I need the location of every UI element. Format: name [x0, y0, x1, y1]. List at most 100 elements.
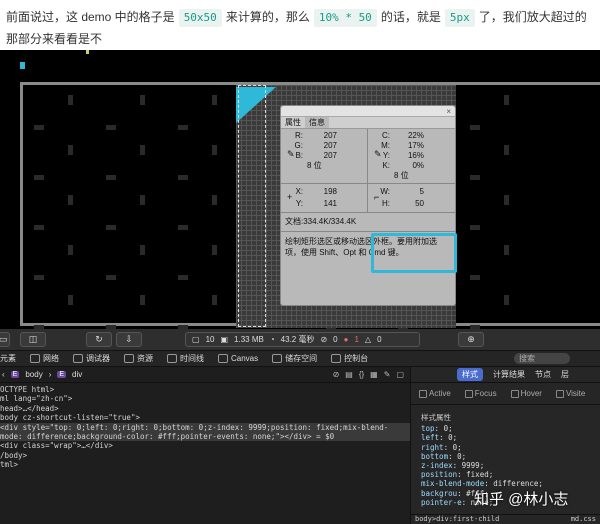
tab-canvas[interactable]: Canvas — [218, 354, 258, 363]
grid-dash — [68, 245, 73, 255]
element-icon: E — [10, 371, 20, 378]
cmyk-block: ✎ C: 22% M: 17% Y: 16% K: 0% 8 位 — [368, 129, 455, 183]
grid-dash — [178, 275, 188, 280]
code-line[interactable]: /body> — [0, 451, 410, 460]
eyedropper-icon: ✎ — [287, 149, 295, 159]
code-line-selected[interactable]: mode: difference;background-color: #fff;… — [0, 432, 410, 442]
article-text: 前面说过，这 demo 中的格子是 — [6, 10, 175, 24]
tab-timeline[interactable]: 时间线 — [167, 353, 204, 364]
code-line[interactable]: head>…</head> — [0, 404, 410, 413]
style-property[interactable]: z-index: 9999; — [421, 461, 594, 470]
style-property[interactable]: position: fixed; — [421, 470, 594, 479]
code-line[interactable]: <div class="wrap">…</div> — [0, 441, 410, 450]
code-line-selected[interactable]: <div style="top: 0;left: 0;right: 0;bott… — [0, 422, 410, 433]
inspector-tabs: 元素 网络 调试器 资源 时间线 Canvas 储存空间 控制台 搜索 — [0, 351, 600, 367]
reload-icon[interactable]: ↻ — [86, 332, 112, 347]
tab-console[interactable]: 控制台 — [331, 353, 368, 364]
style-property[interactable]: bottom: 0; — [421, 452, 594, 461]
tab-layers[interactable]: 层 — [561, 369, 569, 380]
layout-icon[interactable]: ▢ — [396, 370, 404, 379]
tab-computed[interactable]: 计算结果 — [493, 369, 525, 380]
tab-network[interactable]: 网络 — [30, 353, 59, 364]
code-line[interactable]: ml lang="zh-cn"> — [0, 394, 410, 403]
toggle-label: Focus — [474, 389, 497, 398]
properties-title: 样式属性 — [421, 413, 451, 422]
value-y-pos: 141 — [323, 199, 337, 208]
tab-label: Canvas — [231, 354, 259, 363]
document-size: 文档:334.4K/334.4K — [281, 213, 455, 232]
tab-storage[interactable]: 储存空间 — [272, 353, 317, 364]
print-icon[interactable]: ▤ — [345, 370, 353, 379]
sidebar-tabs: 样式 计算结果 节点 层 — [411, 367, 600, 383]
grid-dash — [68, 295, 73, 305]
resource-icon: ▢ — [192, 335, 200, 344]
rgb-block: ✎ R: 207 G: 207 B: 207 8 位 — [281, 129, 368, 183]
stylesheet-name: md.css — [570, 515, 596, 523]
dock-icon[interactable]: ▭ — [0, 332, 10, 347]
article-paragraph: 前面说过，这 demo 中的格子是 50x50 来计算的，那么 10% * 50 的话，… — [0, 0, 600, 71]
target-icon[interactable]: ⊕ — [458, 332, 484, 347]
bit-depth: 8 位 — [394, 171, 409, 180]
checkbox[interactable] — [419, 389, 427, 398]
code-line[interactable]: OCTYPE html> — [0, 385, 410, 394]
timeline-icon — [167, 354, 177, 363]
braces-icon[interactable]: {} — [359, 370, 364, 379]
inline-code: 50x50 — [178, 9, 222, 27]
chevron-left-icon[interactable]: ‹ — [2, 370, 5, 379]
tab-styles[interactable]: 样式 — [457, 368, 483, 381]
crosshair-icon: + — [287, 192, 293, 202]
property-name: backgrou — [421, 488, 458, 498]
tab-info[interactable]: 信息 — [305, 117, 329, 128]
pane-tools: ⊘ ▤ {} ▦ ✎ ▢ — [333, 370, 410, 379]
grid-dash — [504, 195, 509, 205]
tab-resources[interactable]: 资源 — [124, 353, 153, 364]
size-icon: ▣ — [220, 335, 229, 344]
property-name: z-index — [421, 461, 453, 471]
grid-dash — [106, 125, 116, 130]
tab-label: 储存空间 — [285, 354, 318, 363]
tab-properties[interactable]: 属性 — [281, 117, 305, 128]
grid-dash — [212, 295, 217, 305]
grid-dash — [34, 225, 44, 230]
grid-icon[interactable]: ▦ — [370, 370, 378, 379]
checkbox[interactable] — [464, 389, 473, 398]
code-line[interactable]: tml> — [0, 460, 410, 469]
code-line[interactable]: body cz-shortcut-listen="true"> — [0, 413, 410, 422]
value-b: 207 — [323, 151, 337, 160]
download-icon[interactable]: ⇩ — [116, 332, 142, 347]
wh-highlight-box — [371, 233, 457, 273]
focus-toggle[interactable]: Focus — [464, 389, 497, 398]
toggle-label: Visite — [565, 389, 586, 398]
hover-toggle[interactable]: Hover — [510, 389, 542, 398]
visited-toggle[interactable]: Visite — [555, 389, 586, 398]
filter-icon[interactable]: ⊘ — [333, 370, 340, 379]
active-toggle[interactable]: Active — [419, 389, 451, 398]
property-name: pointer-e — [421, 497, 462, 507]
style-property[interactable]: top: 0; — [421, 424, 594, 433]
eyedropper-icon: ✎ — [374, 149, 382, 159]
split-view-icon[interactable]: ◫ — [20, 332, 46, 347]
page-stats: ▢ 10 ▣ 1.33 MB ◔ 43.2 毫秒 ⊘ 0 ● 1 △ 0 — [185, 332, 420, 347]
crumb-body[interactable]: body — [25, 370, 42, 379]
dom-tree: OCTYPE html> ml lang="zh-cn"> head>…</he… — [0, 383, 410, 470]
style-property[interactable]: left: 0; — [421, 433, 594, 442]
grid-dash — [504, 95, 509, 105]
tab-node[interactable]: 节点 — [535, 369, 551, 380]
grid-dash — [34, 275, 44, 280]
search-input[interactable]: 搜索 — [514, 353, 570, 364]
dom-tree-pane: ‹ E body › E div ⊘ ▤ {} ▦ ✎ ▢ OCTYPE htm… — [0, 367, 410, 524]
alert-icon: △ — [364, 335, 372, 344]
value-y: 16% — [407, 151, 424, 160]
close-icon[interactable]: × — [446, 107, 451, 116]
style-property[interactable]: right: 0; — [421, 443, 594, 452]
pencil-icon[interactable]: ✎ — [384, 370, 391, 379]
checkbox[interactable] — [510, 389, 519, 398]
tab-debugger[interactable]: 调试器 — [73, 353, 110, 364]
grid-dash — [504, 245, 509, 255]
tab-elements[interactable]: 元素 — [0, 353, 16, 364]
error-count: 1 — [354, 335, 359, 344]
checkbox[interactable] — [555, 389, 564, 398]
panel-titlebar[interactable]: × — [281, 106, 455, 117]
console-icon — [331, 354, 342, 363]
crumb-div[interactable]: div — [72, 370, 82, 379]
